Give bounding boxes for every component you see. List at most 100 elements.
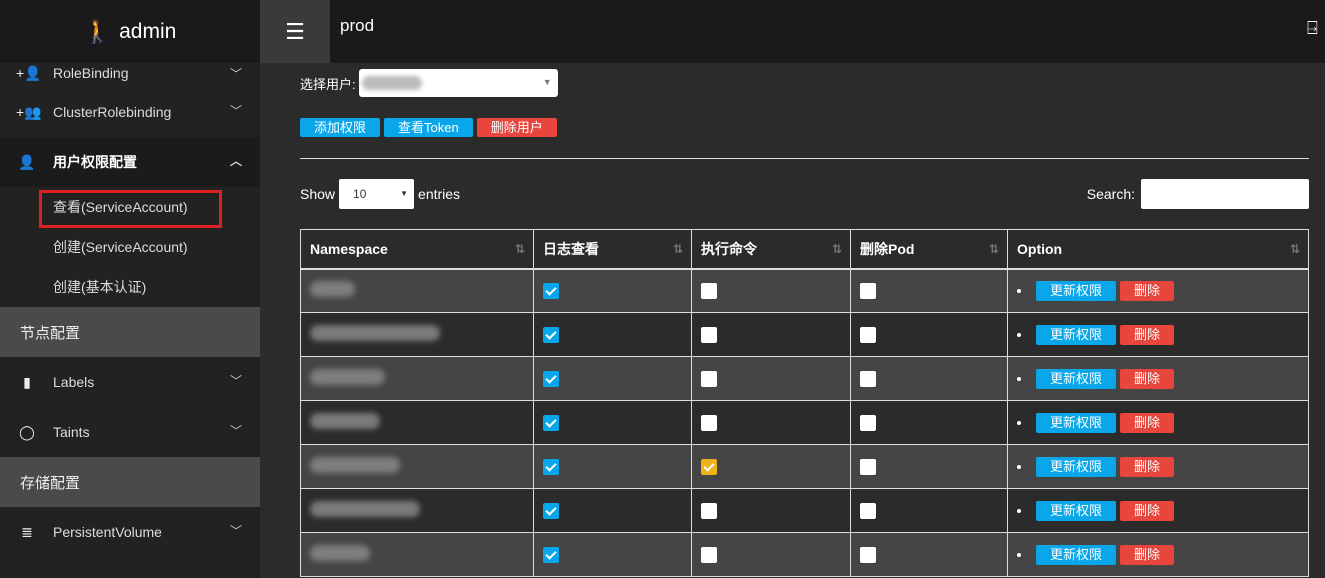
delete-button[interactable]: 删除 <box>1120 500 1175 521</box>
chevron-up-icon: ︿ <box>229 154 242 168</box>
chevron-down-icon: ﹀ <box>229 424 242 438</box>
delete-pod-cell <box>850 356 1008 401</box>
exec-cell <box>691 532 851 577</box>
sidebar-item-taints[interactable]: ◯ Taints ﹀ <box>0 407 260 457</box>
user-select[interactable]: ▼ <box>358 69 558 97</box>
column-header-log[interactable]: 日志查看 ⇅ <box>533 229 692 270</box>
sort-icon: ⇅ <box>831 242 842 256</box>
permissions-table: Namespace ⇅ 日志查看 ⇅ 执行命令 ⇅ 删除Pod ⇅ Option ⇅ 更新… <box>300 229 1309 577</box>
delete-pod-checkbox[interactable] <box>860 283 876 300</box>
update-permission-button[interactable]: 更新权限 <box>1036 324 1117 345</box>
log-checkbox[interactable] <box>543 459 559 475</box>
update-permission-button[interactable]: 更新权限 <box>1036 500 1117 521</box>
delete-pod-checkbox[interactable] <box>860 371 876 387</box>
users-plus-icon: +👥 <box>16 103 42 120</box>
sort-icon: ⇅ <box>672 242 683 256</box>
log-checkbox[interactable] <box>543 327 559 343</box>
delete-user-button[interactable]: 删除用户 <box>476 118 557 137</box>
update-permission-button[interactable]: 更新权限 <box>1036 368 1117 389</box>
log-checkbox[interactable] <box>543 283 559 300</box>
sidebar-item-rolebinding[interactable]: +👤 RoleBinding ﹀ <box>0 63 260 87</box>
circle-icon: ◯ <box>19 423 35 440</box>
delete-button[interactable]: 删除 <box>1120 368 1175 389</box>
chevron-down-icon: ﹀ <box>229 67 242 81</box>
user-plus-icon: +👤 <box>16 65 42 81</box>
delete-pod-cell <box>850 532 1008 577</box>
column-header-delete-pod[interactable]: 删除Pod ⇅ <box>850 229 1008 270</box>
hamburger-icon[interactable]: ☰ <box>260 0 330 63</box>
exec-cell <box>691 356 851 401</box>
bullet <box>1017 508 1021 513</box>
sidebar-subitem-create-basic[interactable]: 创建(基本认证) <box>0 267 260 307</box>
add-permission-button[interactable]: 添加权限 <box>300 118 381 137</box>
exec-checkbox[interactable] <box>701 547 717 563</box>
entries-label: entries <box>418 186 461 202</box>
bullet <box>1017 332 1021 337</box>
delete-pod-checkbox[interactable] <box>860 459 876 475</box>
sort-icon: ⇅ <box>988 242 999 256</box>
log-cell <box>533 356 692 401</box>
sidebar-subitem-create-sa[interactable]: 创建(ServiceAccount) <box>0 227 260 267</box>
exec-checkbox[interactable] <box>701 371 717 387</box>
topbar: ☰ prod ⍈ <box>260 0 1325 63</box>
page-length-select[interactable]: 10 ▼ <box>339 179 415 209</box>
delete-pod-checkbox[interactable] <box>860 547 876 563</box>
exec-cell <box>691 488 851 533</box>
sidebar-item-persistentvolume[interactable]: ≣ PersistentVolume ﹀ <box>0 507 260 557</box>
namespace-cell <box>300 356 534 401</box>
sidebar-item-clusterrolebinding[interactable]: +👥 ClusterRolebinding ﹀ <box>0 87 260 137</box>
tag-icon: ▮ <box>23 373 31 390</box>
delete-button[interactable]: 删除 <box>1120 412 1175 433</box>
column-header-option[interactable]: Option ⇅ <box>1007 229 1309 270</box>
update-permission-button[interactable]: 更新权限 <box>1036 544 1117 565</box>
section-storage-config[interactable]: 存储配置 <box>0 457 260 507</box>
logout-icon[interactable]: ⍈ <box>1307 18 1325 39</box>
view-token-button[interactable]: 查看Token <box>384 118 473 137</box>
namespace-cell <box>300 532 534 577</box>
delete-pod-checkbox[interactable] <box>860 415 876 431</box>
exec-checkbox[interactable] <box>701 503 717 519</box>
delete-button[interactable]: 删除 <box>1120 280 1175 301</box>
delete-button[interactable]: 删除 <box>1120 324 1175 345</box>
bullet <box>1017 376 1021 381</box>
update-permission-button[interactable]: 更新权限 <box>1036 412 1117 433</box>
exec-checkbox[interactable] <box>701 415 717 431</box>
exec-cell <box>691 444 851 489</box>
show-label: Show <box>300 186 336 202</box>
exec-checkbox[interactable] <box>701 283 717 300</box>
section-node-config[interactable]: 节点配置 <box>0 307 260 357</box>
main-content: 选择用户: ▼ 添加权限 查看Token 删除用户 Show 10 ▼ entr… <box>260 63 1325 578</box>
sidebar-item-labels[interactable]: ▮ Labels ﹀ <box>0 357 260 407</box>
update-permission-button[interactable]: 更新权限 <box>1036 280 1117 301</box>
search-input[interactable] <box>1141 179 1309 209</box>
column-label: 删除Pod <box>860 240 915 257</box>
update-permission-button[interactable]: 更新权限 <box>1036 456 1117 477</box>
namespace-cell <box>300 444 534 489</box>
exec-checkbox[interactable] <box>701 327 717 343</box>
redacted-value <box>361 76 422 90</box>
brand[interactable]: 🚶 admin <box>0 0 260 63</box>
delete-pod-checkbox[interactable] <box>860 327 876 343</box>
delete-pod-checkbox[interactable] <box>860 503 876 519</box>
delete-pod-cell <box>850 444 1008 489</box>
exec-checkbox[interactable] <box>701 459 717 475</box>
sidebar-subitem-view-sa[interactable]: 查看(ServiceAccount) <box>0 187 260 228</box>
delete-button[interactable]: 删除 <box>1120 456 1175 477</box>
log-checkbox[interactable] <box>543 547 559 563</box>
bullet <box>1017 464 1021 469</box>
sidebar-item-user-permission[interactable]: 👤 用户权限配置 ︿ <box>0 137 260 187</box>
page-length-control: Show 10 ▼ entries <box>300 179 460 209</box>
redacted-namespace <box>310 501 420 517</box>
chevron-down-icon: ﹀ <box>229 104 242 118</box>
log-checkbox[interactable] <box>543 415 559 431</box>
sidebar-item-label: ClusterRolebinding <box>53 104 172 120</box>
delete-button[interactable]: 删除 <box>1120 544 1175 565</box>
log-checkbox[interactable] <box>543 503 559 519</box>
search-group: Search: <box>1087 179 1309 209</box>
delete-pod-cell <box>850 312 1008 357</box>
redacted-namespace <box>310 325 440 341</box>
log-checkbox[interactable] <box>543 371 559 387</box>
table-row: 更新权限 删除 <box>300 488 1309 533</box>
column-header-namespace[interactable]: Namespace ⇅ <box>300 229 534 270</box>
column-header-exec[interactable]: 执行命令 ⇅ <box>691 229 851 270</box>
